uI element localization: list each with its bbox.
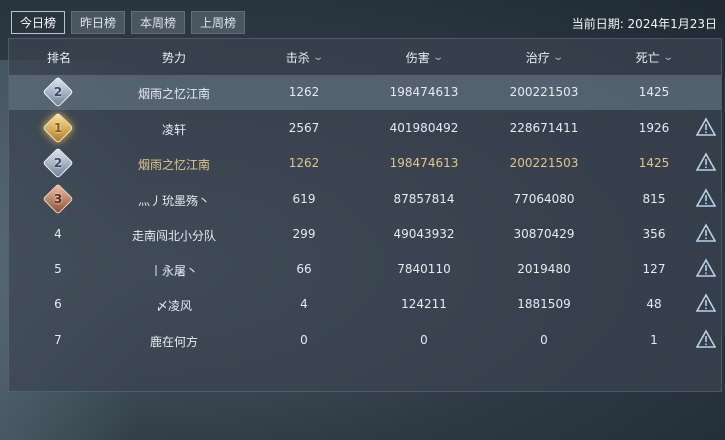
sort-chevron-icon: ⌄ <box>312 52 324 63</box>
deaths-value: 815 <box>642 192 666 206</box>
damage-value: 49043932 <box>393 227 455 241</box>
rank-number: 2 <box>53 85 63 99</box>
damage-value: 198474613 <box>389 156 459 170</box>
header-deaths-label: 死亡 <box>635 51 660 65</box>
kills-value: 1262 <box>288 85 320 99</box>
leaderboard-panel: 排名 势力 击杀 ⌄ 伤害 ⌄ 治疗 ⌄ 死亡 ⌄ 2 烟雨之忆江南 1262 1984… <box>8 38 722 392</box>
heal-value: 1881509 <box>517 297 571 311</box>
rank-number: 4 <box>54 227 62 241</box>
tab-yesterday[interactable]: 昨日榜 <box>71 11 126 34</box>
table-row-self-highlight[interactable]: 2 烟雨之忆江南 1262 198474613 200221503 1425 <box>9 146 721 181</box>
table-row[interactable]: 7 鹿在何方 0 0 0 1 <box>9 323 721 358</box>
deaths-value: 1425 <box>638 156 670 170</box>
current-date: 当前日期: 2024年1月23日 <box>571 17 717 31</box>
report-warning-icon[interactable] <box>696 258 716 278</box>
sort-chevron-icon: ⌄ <box>432 52 444 63</box>
deaths-value: 1926 <box>638 121 670 135</box>
table-header: 排名 势力 击杀 ⌄ 伤害 ⌄ 治疗 ⌄ 死亡 ⌄ <box>9 39 721 77</box>
heal-value: 0 <box>540 333 548 347</box>
table-row[interactable]: 1 凌轩 2567 401980492 228671411 1926 <box>9 111 721 146</box>
heal-value: 200221503 <box>509 156 579 170</box>
damage-value: 198474613 <box>389 85 459 99</box>
kills-value: 299 <box>292 227 316 241</box>
header-kills[interactable]: 击杀 ⌄ <box>269 49 339 66</box>
rank-gold-badge-icon: 1 <box>45 115 71 141</box>
tab-last-week[interactable]: 上周榜 <box>191 11 246 34</box>
report-warning-icon[interactable] <box>696 152 716 172</box>
faction-name: 鹿在何方 <box>149 335 198 349</box>
heal-value: 228671411 <box>509 121 579 135</box>
tab-today[interactable]: 今日榜 <box>11 11 66 34</box>
heal-value: 77064080 <box>513 192 575 206</box>
report-warning-icon[interactable] <box>696 117 716 137</box>
faction-name: 凌轩 <box>161 123 186 137</box>
report-warning-icon[interactable] <box>696 293 716 313</box>
damage-value: 7840110 <box>397 262 451 276</box>
table-row[interactable]: 3 灬丿玧墨殇丶 619 87857814 77064080 815 <box>9 182 721 217</box>
header-rank: 排名 <box>46 51 71 65</box>
header-heal-label: 治疗 <box>525 51 550 65</box>
rank-number: 2 <box>53 156 63 170</box>
report-warning-icon[interactable] <box>696 223 716 243</box>
damage-value: 124211 <box>401 297 447 311</box>
faction-name: 灬丿玧墨殇丶 <box>137 194 210 208</box>
faction-name: 走南闯北小分队 <box>131 229 216 243</box>
faction-name: 〆凌风 <box>155 299 192 313</box>
rank-bronze-badge-icon: 3 <box>45 186 71 212</box>
report-warning-icon[interactable] <box>696 188 716 208</box>
faction-name: 烟雨之忆江南 <box>137 87 210 101</box>
report-warning-icon[interactable] <box>696 329 716 349</box>
damage-value: 0 <box>420 333 428 347</box>
kills-value: 2567 <box>288 121 320 135</box>
rank-number: 5 <box>54 262 62 276</box>
table-row-self[interactable]: 2 烟雨之忆江南 1262 198474613 200221503 1425 <box>9 75 721 110</box>
header-heal[interactable]: 治疗 ⌄ <box>499 49 589 66</box>
heal-value: 2019480 <box>517 262 571 276</box>
header-deaths[interactable]: 死亡 ⌄ <box>619 49 689 66</box>
heal-value: 200221503 <box>509 85 579 99</box>
kills-value: 1262 <box>288 156 320 170</box>
header-damage[interactable]: 伤害 ⌄ <box>379 49 469 66</box>
sort-chevron-icon: ⌄ <box>552 52 564 63</box>
kills-value: 619 <box>292 192 316 206</box>
damage-value: 401980492 <box>389 121 459 135</box>
faction-name: 丨永屠丶 <box>149 264 198 278</box>
table-row[interactable]: 4 走南闯北小分队 299 49043932 30870429 356 <box>9 217 721 252</box>
kills-value: 4 <box>300 297 308 311</box>
faction-name: 烟雨之忆江南 <box>137 158 210 172</box>
header-kills-label: 击杀 <box>285 51 310 65</box>
leaderboard-tabs: 今日榜 昨日榜 本周榜 上周榜 <box>11 11 246 34</box>
tab-this-week[interactable]: 本周榜 <box>131 11 186 34</box>
deaths-value: 127 <box>642 262 666 276</box>
rank-number: 1 <box>53 121 63 135</box>
sort-chevron-icon: ⌄ <box>662 52 674 63</box>
deaths-value: 48 <box>646 297 662 311</box>
rank-silver-badge-icon: 2 <box>45 79 71 105</box>
table-row[interactable]: 5 丨永屠丶 66 7840110 2019480 127 <box>9 252 721 287</box>
heal-value: 30870429 <box>513 227 575 241</box>
header-faction: 势力 <box>161 51 186 65</box>
rank-number: 7 <box>54 333 62 347</box>
kills-value: 66 <box>296 262 312 276</box>
deaths-value: 1425 <box>638 85 670 99</box>
table-row[interactable]: 6 〆凌风 4 124211 1881509 48 <box>9 287 721 322</box>
damage-value: 87857814 <box>393 192 455 206</box>
deaths-value: 356 <box>642 227 666 241</box>
kills-value: 0 <box>300 333 308 347</box>
rank-number: 3 <box>53 192 63 206</box>
rank-silver-badge-icon: 2 <box>45 150 71 176</box>
header-damage-label: 伤害 <box>405 51 430 65</box>
deaths-value: 1 <box>650 333 658 347</box>
rank-number: 6 <box>54 297 62 311</box>
